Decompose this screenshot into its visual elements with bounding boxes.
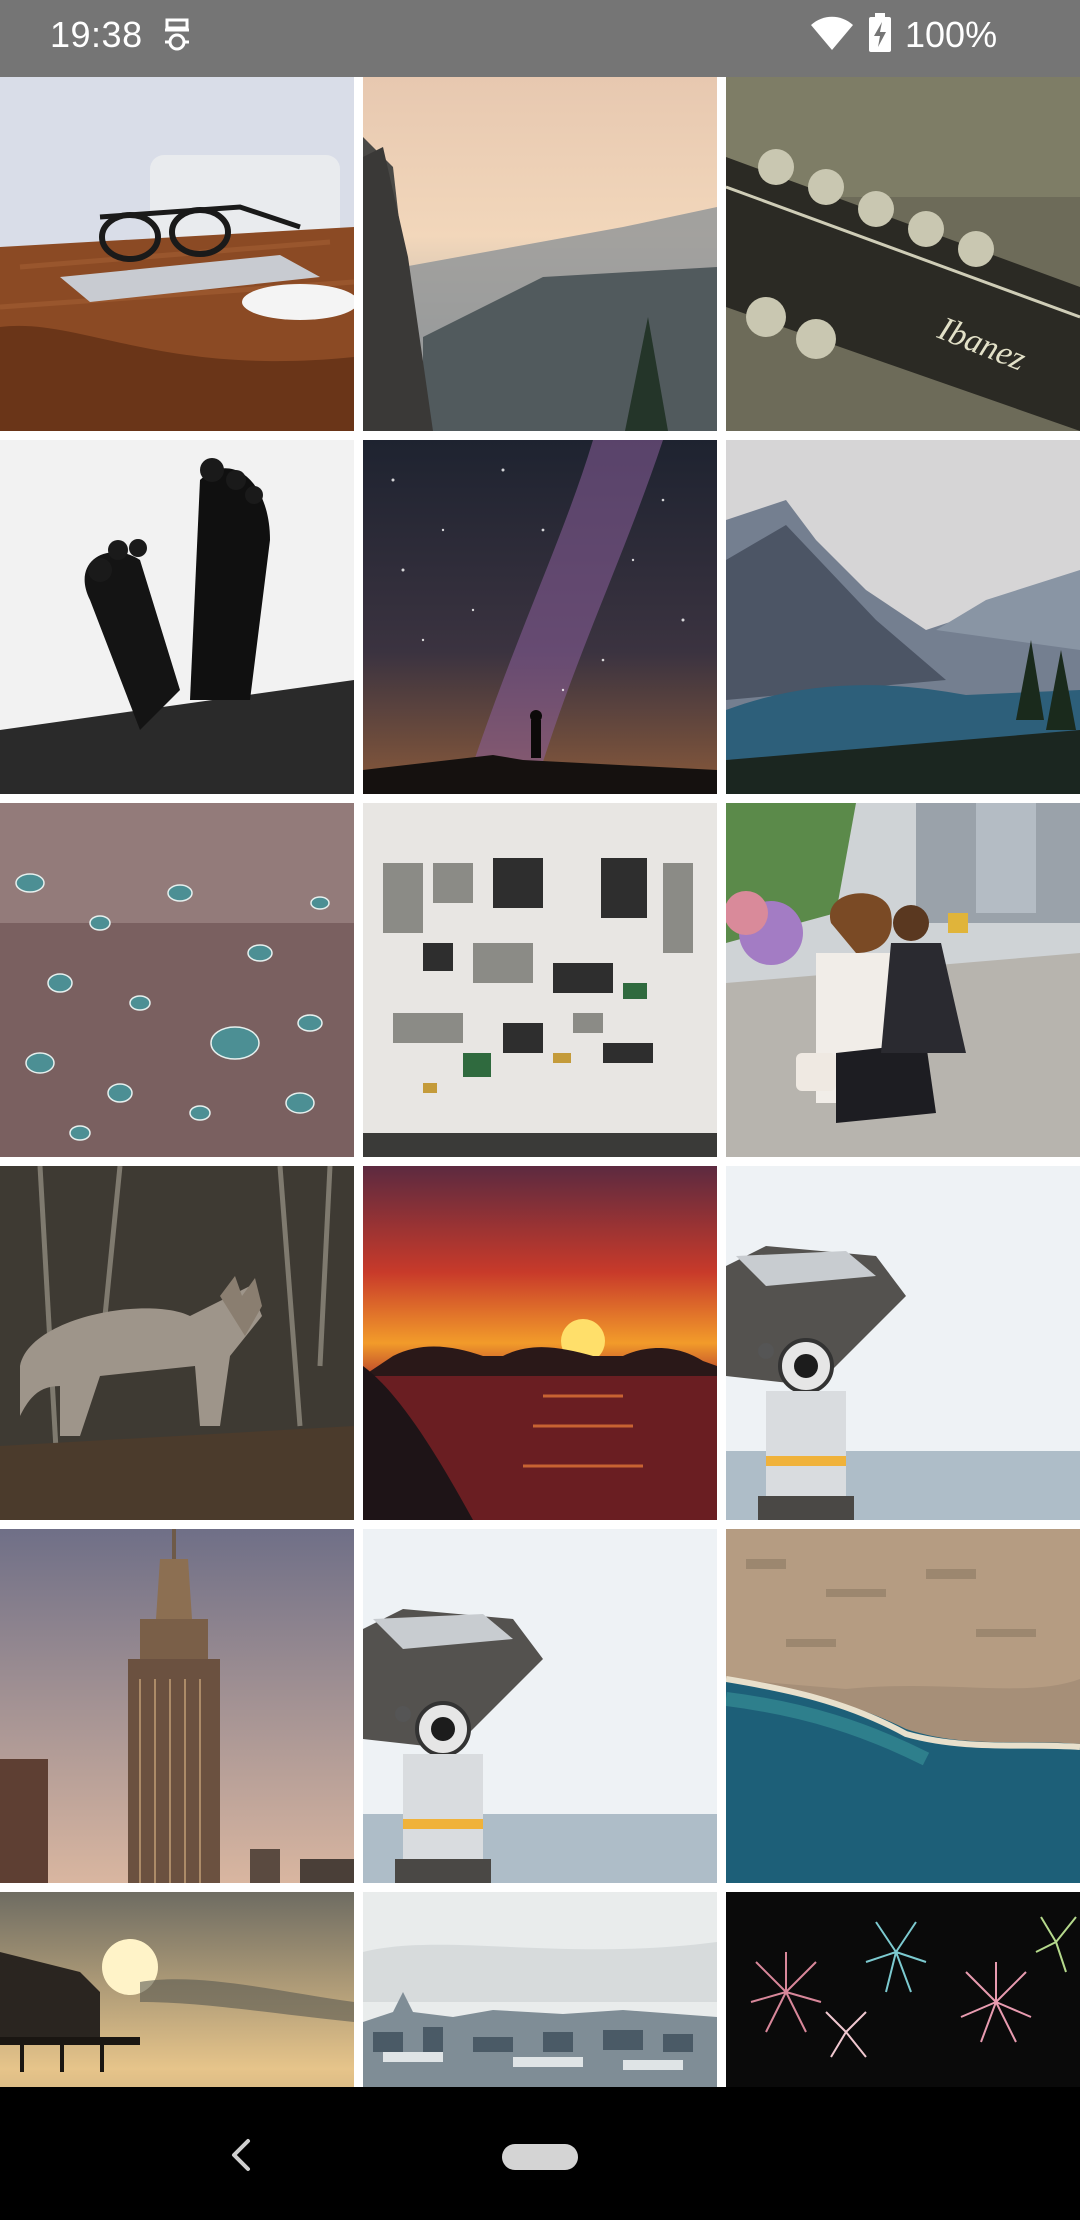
status-time: 19:38: [50, 14, 143, 55]
photo-grid: Ibanez: [0, 77, 1080, 2087]
photo-aerial-coastline[interactable]: [726, 1529, 1080, 1883]
status-bar: 19:38 100%: [0, 0, 1080, 77]
back-icon[interactable]: [226, 2137, 256, 2173]
photo-feet-silhouette[interactable]: [0, 440, 354, 794]
wifi-icon: [811, 16, 853, 50]
incognito-icon: [165, 18, 189, 51]
photo-pier-sunset[interactable]: [0, 1892, 354, 2087]
photo-coyote-forest[interactable]: [0, 1166, 354, 1520]
photo-desk-glasses-laptop[interactable]: [0, 77, 354, 431]
photo-mother-daughter-street[interactable]: [726, 803, 1080, 1157]
photo-mountain-valley-sunrise[interactable]: [363, 77, 717, 431]
photo-milky-way-person[interactable]: [363, 440, 717, 794]
photo-ocean-sunset[interactable]: [363, 1166, 717, 1520]
photo-empire-state-building[interactable]: [0, 1529, 354, 1883]
photo-disassembled-camera-parts[interactable]: [363, 803, 717, 1157]
photo-city-skyline[interactable]: [363, 1892, 717, 2087]
battery-percent: 100%: [905, 14, 998, 55]
battery-charging-icon: [869, 13, 891, 52]
photo-tower-viewer-binoculars[interactable]: [726, 1166, 1080, 1520]
home-pill[interactable]: [502, 2144, 578, 2170]
photo-water-droplets[interactable]: [0, 803, 354, 1157]
photo-guitar-headstock[interactable]: Ibanez: [726, 77, 1080, 431]
photo-fireworks[interactable]: [726, 1892, 1080, 2087]
photo-mountain-lake[interactable]: [726, 440, 1080, 794]
photo-tower-viewer-binoculars-2[interactable]: [363, 1529, 717, 1883]
navigation-bar: [0, 2087, 1080, 2220]
